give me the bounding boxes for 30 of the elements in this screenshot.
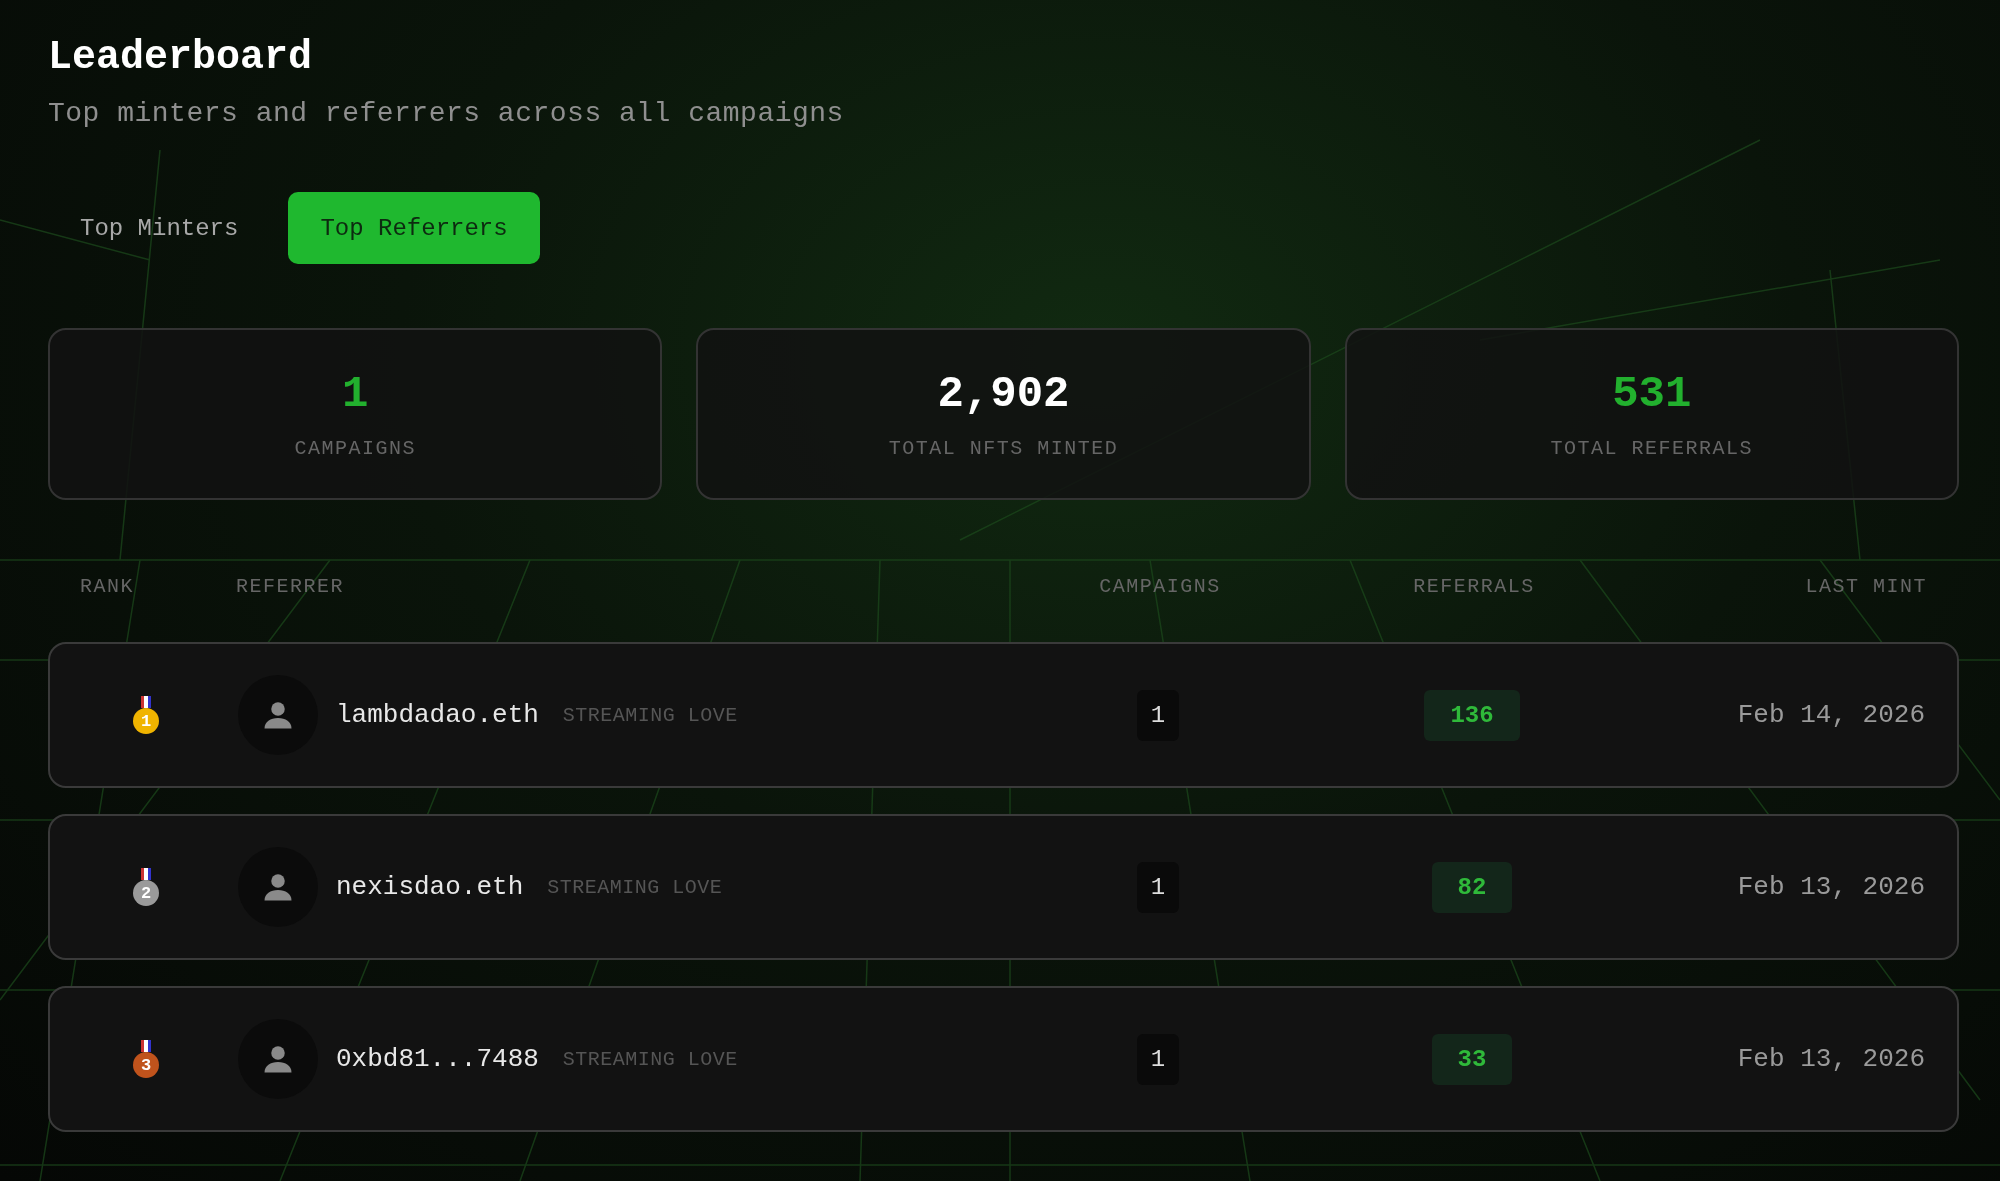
column-header: CAMPAIGNS [1099,574,1221,598]
referral-count: 82 [1431,861,1513,913]
campaign-count: 1 [1136,689,1180,741]
stat-value: 1 [341,368,369,419]
last-mint-date: Feb 14, 2026 [1737,700,1925,730]
column-header: REFERRALS [1413,574,1535,598]
referrer-name: nexisdao.eth [336,872,524,902]
page-title: Leaderboard [48,34,314,82]
column-header: LAST MINT [1805,574,1927,598]
referral-count: 33 [1431,1033,1513,1085]
last-mint-date: Feb 13, 2026 [1737,1044,1925,1074]
referrer-name: lambdadao.eth [336,700,539,730]
campaign-tag: STREAMING LOVE [562,1047,738,1071]
tab[interactable]: Top Referrers [288,192,540,264]
campaign-count: 1 [1136,861,1180,913]
last-mint-date: Feb 13, 2026 [1737,872,1925,902]
tab[interactable]: Top Minters [48,192,271,264]
stat-label: TOTAL NFTS MINTED [888,436,1119,460]
campaign-tag: STREAMING LOVE [547,875,723,899]
stat-value: 2,902 [937,368,1070,419]
campaign-count: 1 [1136,1033,1180,1085]
column-header: RANK [80,574,134,598]
column-header: REFERRER [236,574,344,598]
referrer-name: 0xbd81...7488 [336,1044,539,1074]
campaign-tag: STREAMING LOVE [562,703,738,727]
referral-count: 136 [1424,689,1520,741]
page-subtitle: Top minters and referrers across all campaigns [48,97,845,131]
stat-value: 531 [1612,368,1692,419]
stat-label: TOTAL REFERRALS [1550,436,1754,460]
stat-label: CAMPAIGNS [294,436,416,460]
